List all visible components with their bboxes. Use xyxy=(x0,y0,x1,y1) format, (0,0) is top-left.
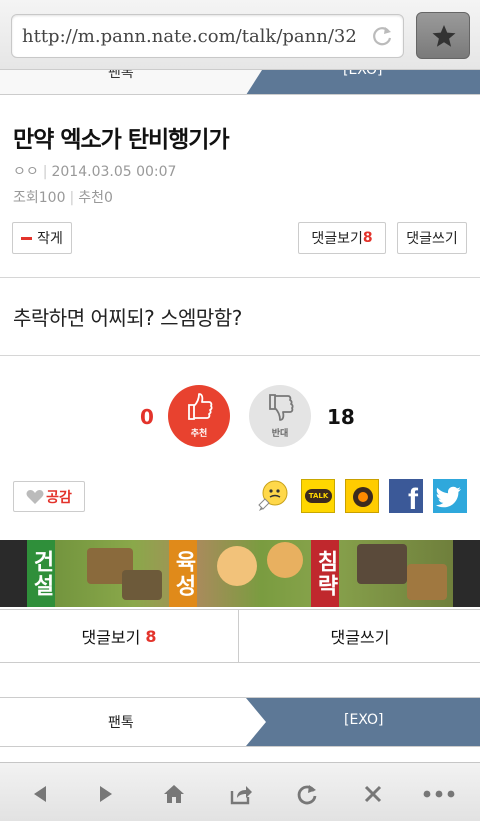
font-small-label: 작게 xyxy=(37,231,63,247)
url-text[interactable]: http://m.pann.nate.com/talk/pann/32 xyxy=(22,26,367,47)
comments-count: 8 xyxy=(362,230,373,246)
post-recommends: 추천0 xyxy=(78,190,113,206)
font-small-button[interactable]: 작게 xyxy=(12,222,72,254)
tab-exo[interactable]: [EXO] xyxy=(246,698,480,746)
kakaostory-icon xyxy=(353,487,373,507)
share-icon[interactable] xyxy=(229,782,253,806)
banner-word-text: 건설 xyxy=(29,549,54,598)
post-author: ㅇㅇ xyxy=(13,164,39,180)
game-banner-ad[interactable]: 건설 육성 침략 xyxy=(27,540,453,607)
post-date: 2014.03.05 00:07 xyxy=(51,164,177,180)
emoticon-share-button[interactable] xyxy=(256,479,290,513)
reload-icon[interactable] xyxy=(371,24,395,48)
write-comment-button[interactable]: 댓글쓰기 xyxy=(397,222,467,254)
banner-word-build: 건설 xyxy=(27,540,55,607)
bookmark-button[interactable] xyxy=(416,12,470,59)
refresh-icon[interactable] xyxy=(295,782,319,806)
upvote-count: 0 xyxy=(140,405,154,429)
tab-fantalk-label: 팬톡 xyxy=(108,70,134,81)
tab-strip-bottom: [EXO] 팬톡 xyxy=(0,697,480,747)
comment-bar-write-label: 댓글쓰기 xyxy=(330,628,390,647)
facebook-icon: f xyxy=(408,483,418,516)
tab-strip-top: 팬톡 [EXO] xyxy=(0,70,480,95)
browser-address-bar: http://m.pann.nate.com/talk/pann/32 xyxy=(0,0,480,70)
post-views: 조회100 xyxy=(13,190,66,206)
kakaotalk-icon: TALK xyxy=(305,489,332,503)
banner-building xyxy=(357,544,407,584)
tab-exo-label: [EXO] xyxy=(344,712,384,728)
divider xyxy=(0,355,480,356)
forward-icon[interactable] xyxy=(94,782,118,806)
comment-bar-view-label: 댓글보기 xyxy=(81,628,141,647)
comment-bar: 댓글보기 8 댓글쓰기 xyxy=(0,609,480,663)
upvote-label: 추천 xyxy=(190,429,208,439)
browser-toolbar xyxy=(0,762,480,821)
post-title: 만약 엑소가 탄비행기가 xyxy=(13,127,230,153)
thumbs-down-icon xyxy=(269,394,294,421)
kakaostory-share-button[interactable] xyxy=(345,479,379,513)
heart-icon xyxy=(26,489,44,504)
emoticon-icon xyxy=(258,480,288,511)
view-comments-label: 댓글보기 xyxy=(311,231,363,247)
comment-bar-view-button[interactable]: 댓글보기 8 xyxy=(0,610,239,662)
meta-separator: | xyxy=(69,190,75,206)
home-icon[interactable] xyxy=(162,782,186,806)
minus-icon xyxy=(21,236,33,240)
empathy-button[interactable]: 공감 xyxy=(13,481,85,512)
banner-word-grow: 육성 xyxy=(169,540,197,607)
banner-building xyxy=(122,570,162,600)
more-icon[interactable] xyxy=(422,782,456,806)
twitter-icon xyxy=(435,486,461,508)
post-stats: 조회100 | 추천0 xyxy=(13,187,113,207)
post-meta: ㅇㅇ | 2014.03.05 00:07 xyxy=(13,161,176,181)
downvote-count: 18 xyxy=(327,405,355,429)
post-body: 추락하면 어찌되? 스엠망함? xyxy=(13,306,242,330)
view-comments-button[interactable]: 댓글보기 8 xyxy=(298,222,386,254)
banner-character xyxy=(267,542,303,578)
facebook-share-button[interactable]: f xyxy=(389,479,423,516)
meta-separator: | xyxy=(42,164,48,180)
thumbs-up-icon xyxy=(188,393,213,420)
divider xyxy=(0,277,480,278)
kakaotalk-share-button[interactable]: TALK xyxy=(301,479,335,513)
banner-character xyxy=(217,546,257,586)
twitter-share-button[interactable] xyxy=(433,479,467,513)
banner-word-text: 침략 xyxy=(313,549,338,598)
write-comment-label: 댓글쓰기 xyxy=(406,231,458,247)
empathy-label: 공감 xyxy=(46,489,72,506)
upvote-button[interactable]: 추천 xyxy=(168,385,230,447)
url-field[interactable]: http://m.pann.nate.com/talk/pann/32 xyxy=(11,14,404,58)
banner-word-invade: 침략 xyxy=(311,540,339,607)
comment-bar-count: 8 xyxy=(145,626,157,646)
tab-exo-label: [EXO] xyxy=(343,70,383,78)
banner-building xyxy=(407,564,447,600)
back-icon[interactable] xyxy=(28,782,52,806)
tab-fantalk[interactable]: 팬톡 xyxy=(0,698,266,746)
divider xyxy=(0,94,480,95)
comment-bar-write-button[interactable]: 댓글쓰기 xyxy=(240,610,480,662)
tab-fantalk-label: 팬톡 xyxy=(108,715,134,731)
banner-word-text: 육성 xyxy=(171,549,196,598)
star-icon xyxy=(432,25,456,47)
close-icon[interactable] xyxy=(361,782,385,806)
downvote-button[interactable]: 반대 xyxy=(249,385,311,447)
downvote-label: 반대 xyxy=(271,429,289,439)
